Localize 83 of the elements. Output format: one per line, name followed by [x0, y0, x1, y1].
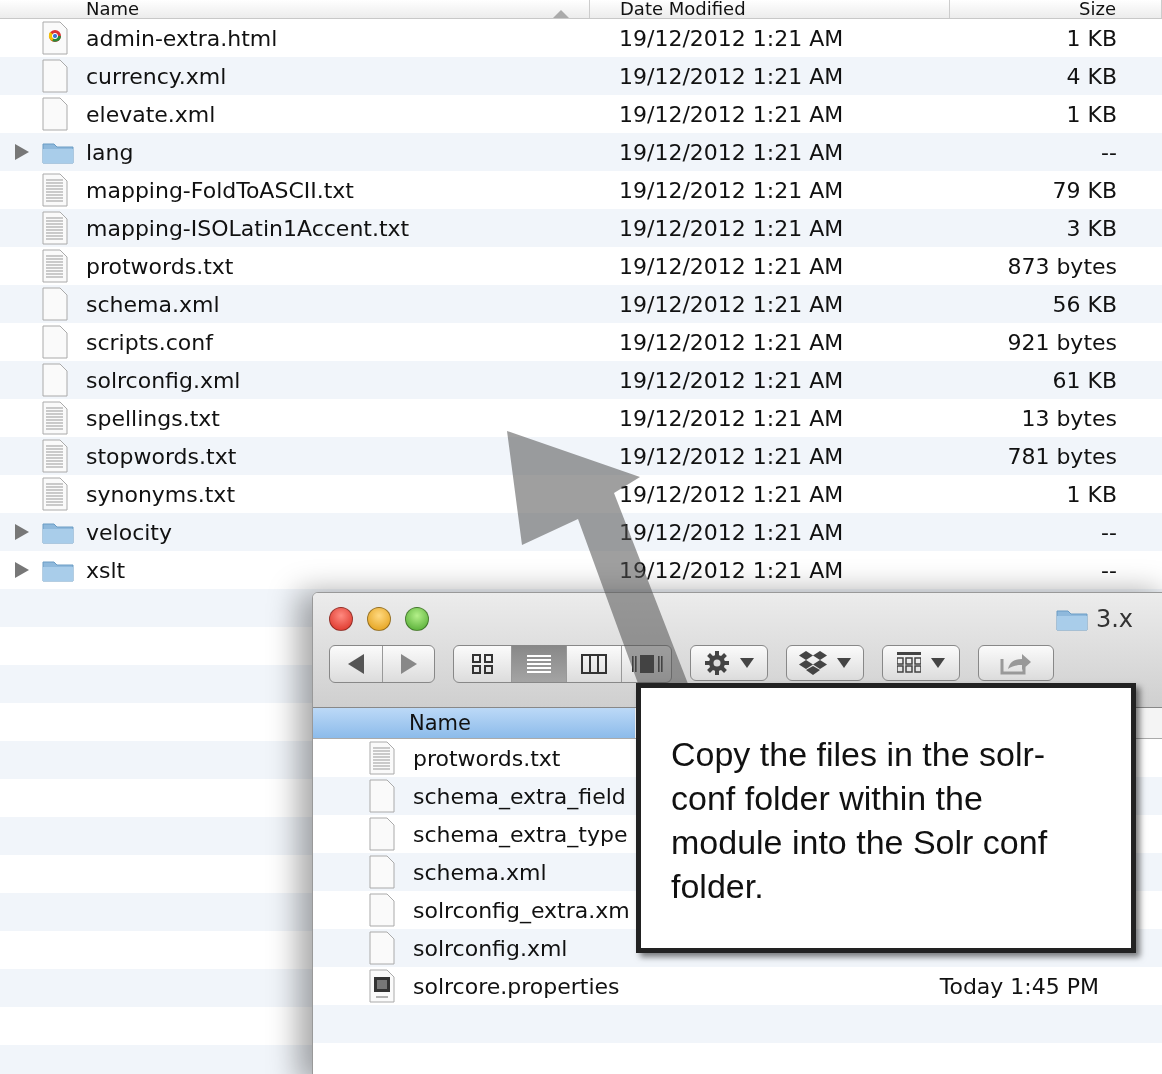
file-size: 873 bytes	[1007, 253, 1117, 279]
file-size: 56 KB	[1052, 291, 1117, 317]
disclosure-triangle[interactable]	[13, 562, 29, 578]
action-button[interactable]	[690, 645, 768, 681]
file-name[interactable]: schema.xml	[86, 291, 619, 317]
file-size: 1 KB	[1066, 481, 1117, 507]
folder-icon	[42, 140, 74, 164]
grid-icon	[471, 654, 494, 674]
zoom-button[interactable]	[405, 607, 429, 631]
right-triangle-icon	[400, 654, 417, 674]
arrange-button[interactable]	[882, 645, 960, 681]
folder-icon	[42, 520, 74, 544]
dropbox-icon	[799, 650, 827, 676]
file-size: 61 KB	[1052, 367, 1117, 393]
file-size: 79 KB	[1052, 177, 1117, 203]
file-name[interactable]: schema_extra_field	[413, 783, 635, 809]
caret-icon	[740, 658, 754, 668]
file-size: 4 KB	[1066, 63, 1117, 89]
file-name[interactable]: solrconfig.xml	[86, 367, 619, 393]
file-name[interactable]: synonyms.txt	[86, 481, 619, 507]
date-modified: 19/12/2012 1:21 AM	[619, 139, 845, 165]
column-header[interactable]: Size	[950, 0, 1162, 18]
file-name[interactable]: schema.xml	[413, 859, 635, 885]
share-button[interactable]	[978, 645, 1054, 681]
date-modified: 19/12/2012 1:21 AM	[619, 215, 845, 241]
file-name[interactable]: lang	[86, 139, 619, 165]
file-size: 3 KB	[1066, 215, 1117, 241]
file-name[interactable]: mapping-FoldToASCII.txt	[86, 177, 619, 203]
list-icon	[527, 654, 551, 674]
file-size: --	[1101, 139, 1117, 165]
dropbox-button[interactable]	[786, 645, 864, 681]
file-size: --	[1101, 519, 1117, 545]
callout-text: Copy the files in the solr-conf folder within the module into the Solr conf folder.	[671, 734, 1049, 907]
date-modified: 19/12/2012 1:21 AM	[619, 481, 845, 507]
folder-icon	[1055, 607, 1088, 631]
file-name[interactable]: mapping-ISOLatin1Accent.txt	[86, 215, 619, 241]
file-size: 781 bytes	[1007, 443, 1117, 469]
file-name[interactable]: solrcore.properties	[413, 973, 635, 999]
folder-icon	[42, 558, 74, 582]
file-name[interactable]: scripts.conf	[86, 329, 619, 355]
file-size: 13 bytes	[1021, 405, 1117, 431]
date-modified: 19/12/2012 1:21 AM	[619, 177, 845, 203]
cover-flow-icon	[630, 654, 663, 674]
date-modified: 19/12/2012 1:21 AM	[619, 519, 845, 545]
minimize-button[interactable]	[367, 607, 391, 631]
disclosure-triangle[interactable]	[13, 524, 29, 540]
column-header[interactable]: Date Modified	[590, 0, 950, 18]
columns-icon	[581, 654, 607, 674]
file-name[interactable]: protwords.txt	[86, 253, 619, 279]
left-triangle-icon	[348, 654, 364, 674]
date-modified: 19/12/2012 1:21 AM	[619, 557, 845, 583]
column-header[interactable]: Name	[313, 708, 635, 738]
window-title: 3.x	[1095, 605, 1133, 633]
file-name[interactable]: elevate.xml	[86, 101, 619, 127]
caret-icon	[837, 658, 851, 668]
file-name[interactable]: xslt	[86, 557, 619, 583]
date-modified: 19/12/2012 1:21 AM	[619, 367, 845, 393]
file-name[interactable]: protwords.txt	[413, 745, 635, 771]
caret-icon	[931, 658, 945, 668]
file-size: --	[1101, 557, 1117, 583]
date-modified: 19/12/2012 1:21 AM	[619, 25, 845, 51]
file-name[interactable]: solrconfig.xml	[413, 935, 635, 961]
file-name[interactable]: spellings.txt	[86, 405, 619, 431]
disclosure-triangle[interactable]	[13, 144, 29, 160]
close-button[interactable]	[329, 607, 353, 631]
date-modified: 19/12/2012 1:21 AM	[619, 63, 845, 89]
file-name[interactable]: currency.xml	[86, 63, 619, 89]
file-name[interactable]: velocity	[86, 519, 619, 545]
share-icon	[1000, 651, 1032, 675]
file-name[interactable]: solrconfig_extra.xm	[413, 897, 635, 923]
file-name[interactable]: schema_extra_type	[413, 821, 635, 847]
gear-icon	[704, 650, 730, 676]
file-size: 921 bytes	[1007, 329, 1117, 355]
arrange-icon	[897, 652, 921, 674]
date-modified: 19/12/2012 1:21 AM	[619, 291, 845, 317]
file-size: 1 KB	[1066, 25, 1117, 51]
column-header[interactable]: Name	[0, 0, 590, 18]
file-size: 1 KB	[1066, 101, 1117, 127]
date-modified: 19/12/2012 1:21 AM	[619, 101, 845, 127]
date-modified: 19/12/2012 1:21 AM	[619, 405, 845, 431]
file-name[interactable]: stopwords.txt	[86, 443, 619, 469]
file-name[interactable]: admin-extra.html	[86, 25, 619, 51]
date-modified: Today 1:45 PM	[939, 973, 1099, 999]
